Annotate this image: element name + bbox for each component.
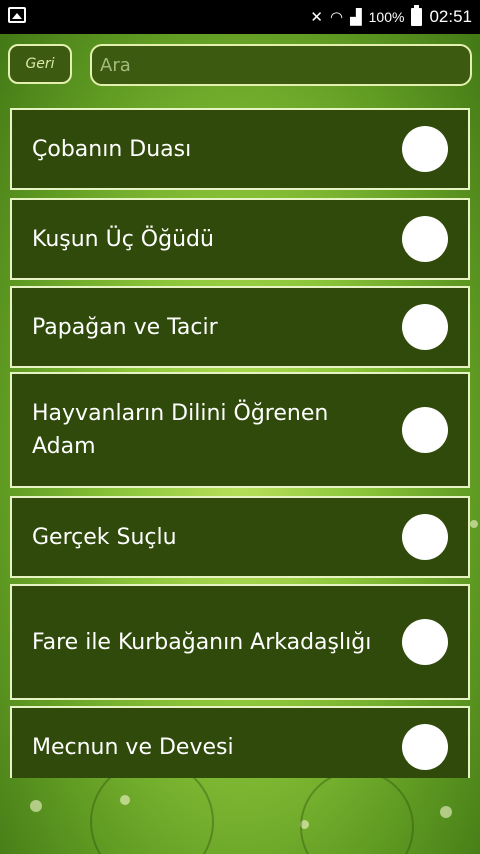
list-item[interactable]: Fare ile Kurbağanın Arkadaşlığı xyxy=(10,584,470,700)
back-button[interactable]: Geri xyxy=(8,44,72,84)
list-item-title: Mecnun ve Devesi xyxy=(32,734,234,760)
status-bar: ✕ ◠ ▟ 100% 02:51 xyxy=(0,0,480,34)
radio-button[interactable] xyxy=(402,126,448,172)
search-input[interactable] xyxy=(92,46,470,84)
list-item[interactable]: Gerçek Suçlu xyxy=(10,496,470,578)
battery-percent: 100% xyxy=(368,9,405,25)
list-item-title: Kuşun Üç Öğüdü xyxy=(32,226,214,252)
image-notification-icon xyxy=(8,7,26,23)
list-item-title: Hayvanların Dilini Öğrenen Adam xyxy=(32,401,329,459)
top-bar: Geri xyxy=(0,34,480,94)
list-item[interactable]: Çobanın Duası xyxy=(10,108,470,190)
search-box[interactable] xyxy=(90,44,472,86)
radio-button[interactable] xyxy=(402,514,448,560)
battery-icon xyxy=(411,5,423,26)
list-item[interactable]: Papağan ve Tacir xyxy=(10,286,470,368)
mute-icon: ✕ xyxy=(310,8,323,26)
radio-button[interactable] xyxy=(402,216,448,262)
list-item-title: Fare ile Kurbağanın Arkadaşlığı xyxy=(32,629,372,655)
wifi-icon: ◠ xyxy=(330,8,344,26)
list-item[interactable]: Kuşun Üç Öğüdü xyxy=(10,198,470,280)
list-item-title: Gerçek Suçlu xyxy=(32,524,177,550)
list-item[interactable]: Hayvanların Dilini Öğrenen Adam xyxy=(10,372,470,488)
radio-button[interactable] xyxy=(402,407,448,453)
clock: 02:51 xyxy=(429,7,472,26)
story-list: Çobanın Duası Kuşun Üç Öğüdü Papağan ve … xyxy=(10,108,470,778)
list-item-title: Çobanın Duası xyxy=(32,136,192,162)
signal-icon: ▟ xyxy=(350,8,362,26)
radio-button[interactable] xyxy=(402,724,448,770)
list-item-title: Papağan ve Tacir xyxy=(32,314,218,340)
radio-button[interactable] xyxy=(402,619,448,665)
radio-button[interactable] xyxy=(402,304,448,350)
list-item[interactable]: Mecnun ve Devesi xyxy=(10,706,470,778)
